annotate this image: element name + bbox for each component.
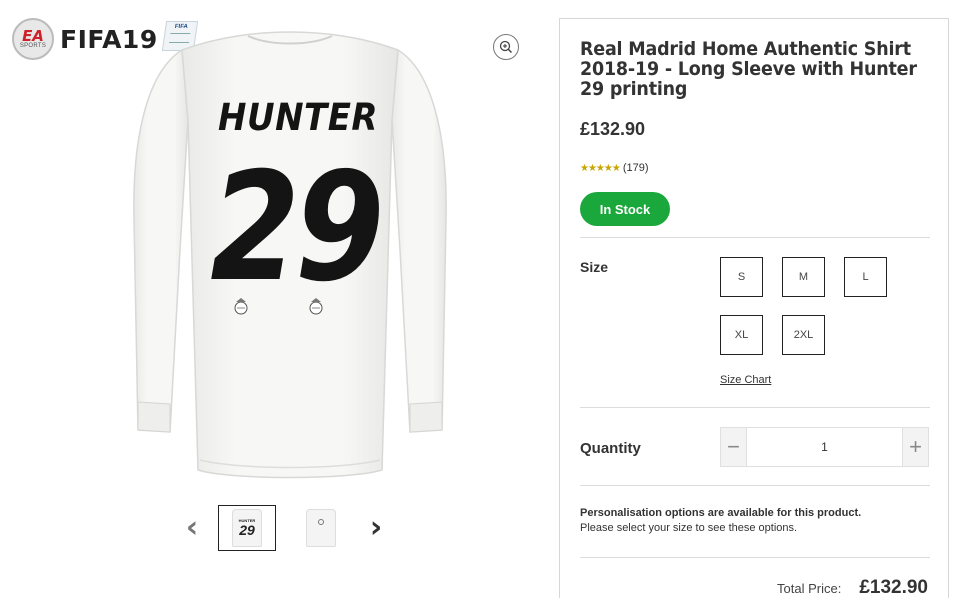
ea-logo-text: EA [22, 27, 44, 45]
personalisation-line-2: Please select your size to see these opt… [580, 522, 798, 534]
crest-icon [318, 519, 324, 525]
ea-sports-logo: EA SPORTS [12, 18, 54, 60]
divider [580, 237, 930, 238]
product-rating[interactable]: ★★★★★ (179) [580, 162, 928, 174]
divider [580, 485, 930, 486]
quantity-stepper: − + [720, 427, 929, 467]
personalisation-line-1: Personalisation options are available fo… [580, 507, 862, 519]
review-count: (179) [622, 162, 649, 174]
thumbnail-number: 29 [239, 522, 255, 538]
product-title: Real Madrid Home Authentic Shirt 2018-19… [580, 38, 917, 100]
zoom-button[interactable] [493, 34, 519, 60]
chevron-right-icon[interactable]: › [366, 513, 386, 543]
quantity-input[interactable] [746, 428, 903, 466]
quantity-increase-button[interactable]: + [903, 428, 928, 466]
jersey-number-print: 29 [210, 141, 384, 315]
zoom-in-icon [499, 40, 513, 54]
thumbnail-front-image [306, 509, 336, 547]
product-page: EA SPORTS FIFA19 FIFA HUNTER 29 ‹ HUNTER… [0, 0, 960, 598]
crest-icon [234, 298, 248, 315]
product-details-panel: Real Madrid Home Authentic Shirt 2018-19… [559, 18, 949, 598]
divider [580, 557, 930, 558]
total-price: Total Price: £132.90 [777, 577, 928, 598]
thumbnail-back[interactable]: HUNTER 29 [218, 505, 276, 551]
thumbnail-front[interactable] [292, 505, 350, 551]
crest-icon [309, 298, 323, 315]
quantity-label: Quantity [580, 440, 641, 457]
size-option-m[interactable]: M [782, 257, 825, 297]
personalisation-notice: Personalisation options are available fo… [580, 506, 930, 536]
quantity-decrease-button[interactable]: − [721, 428, 746, 466]
size-chart-link[interactable]: Size Chart [720, 374, 771, 386]
star-rating-icon: ★★★★★ [580, 162, 621, 174]
thumbnail-carousel: ‹ HUNTER 29 › [182, 505, 386, 551]
size-option-l[interactable]: L [844, 257, 887, 297]
size-option-2xl[interactable]: 2XL [782, 315, 825, 355]
stock-badge: In Stock [580, 192, 670, 226]
size-option-xl[interactable]: XL [720, 315, 763, 355]
total-price-label: Total Price: [777, 581, 842, 596]
size-options: S M L XL 2XL [720, 257, 910, 355]
sports-logo-text: SPORTS [19, 43, 47, 49]
size-option-s[interactable]: S [720, 257, 763, 297]
divider [580, 407, 930, 408]
product-price: £132.90 [580, 119, 646, 139]
thumbnail-back-image: HUNTER 29 [232, 509, 262, 547]
size-label: Size [580, 259, 609, 275]
total-price-value: £132.90 [859, 577, 928, 598]
jersey-name-print: HUNTER [218, 96, 379, 140]
chevron-left-icon[interactable]: ‹ [182, 513, 202, 543]
